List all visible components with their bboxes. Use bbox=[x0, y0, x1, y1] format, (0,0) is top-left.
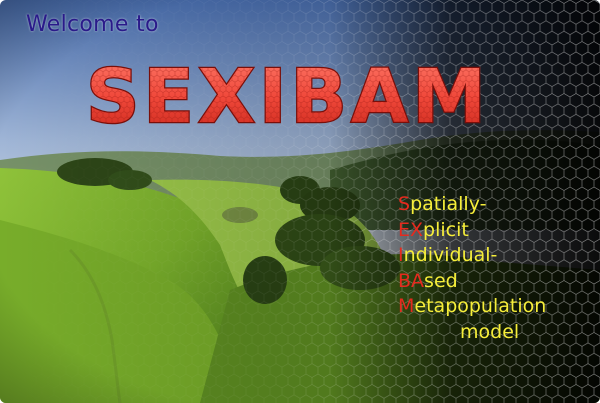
acronym-line-metapopulation: Metapopulation bbox=[398, 295, 547, 317]
acronym-line-based: BAsed bbox=[398, 269, 458, 292]
acronym-line-individual: Individual- bbox=[398, 244, 498, 266]
acronym-line-explicit: EXplicit bbox=[398, 218, 469, 241]
title-texture: SEXIBAM bbox=[88, 54, 488, 140]
acronym-line-spatially: Spatially- bbox=[398, 193, 487, 215]
acronym-line-model: model bbox=[460, 320, 520, 343]
banner: Welcome to SEXIBAM SEXIBAM Spatially- EX… bbox=[0, 0, 600, 403]
welcome-text: Welcome to bbox=[26, 12, 159, 37]
title-logo: SEXIBAM SEXIBAM bbox=[88, 53, 488, 142]
acronym-list: Spatially- EXplicit Individual- BAsed Me… bbox=[398, 192, 546, 345]
